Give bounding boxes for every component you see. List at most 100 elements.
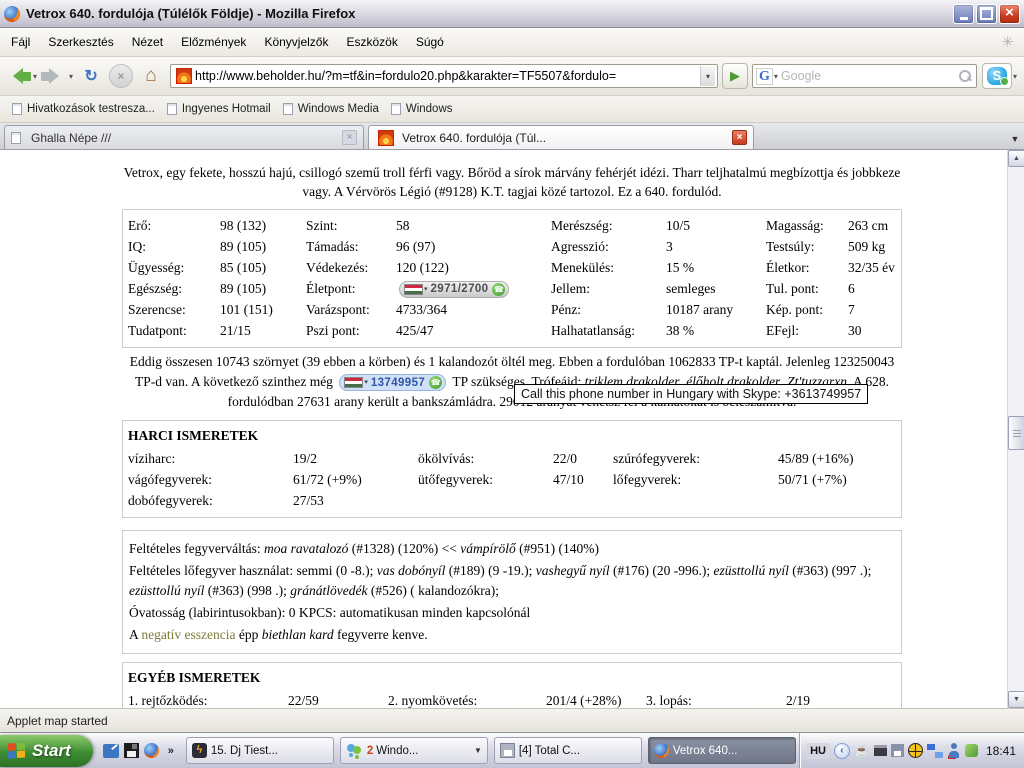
close-button[interactable] [999,4,1020,24]
stat-label: Támadás: [306,236,396,257]
google-logo-icon: G [756,68,773,85]
back-button[interactable] [5,68,31,84]
stop-icon[interactable]: × [109,64,133,88]
menu-item-nezet[interactable]: Nézet [123,31,172,53]
task-button-messenger-group[interactable]: 2 Windo... ▼ [340,737,488,764]
skype-toolbar-button[interactable]: S [982,63,1012,89]
bookmark-item[interactable]: Hivatkozások testresza... [6,100,161,118]
task-label: 15. Dj Tiest... [211,745,278,757]
language-indicator[interactable]: HU [806,743,830,759]
chevron-down-icon[interactable]: ▾ [424,279,428,300]
stat-value: 27/53 [293,490,418,511]
bookmark-label: Windows [406,103,453,115]
table-row: IQ:89 (105)Támadás:96 (97)Agresszió:3Tes… [128,236,901,257]
item-name: moa ravatalozó [264,541,348,556]
text-segment: (#176) (20 -996.); [610,563,714,578]
search-engine-dropdown-icon[interactable]: ▾ [774,72,778,81]
globe-icon[interactable] [908,743,923,758]
tab-close-icon[interactable]: × [342,130,357,145]
menu-item-eszkozok[interactable]: Eszközök [337,31,406,53]
scroll-thumb[interactable] [1008,416,1024,450]
start-button[interactable]: Start [0,735,93,767]
title-bar: Vetrox 640. fordulója (Túlélők Földje) -… [0,0,1024,28]
url-history-dropdown-icon[interactable]: ▾ [700,66,715,86]
restore-button[interactable] [976,4,997,24]
text-segment: Óvatosság (labirintusokban): 0 KPCS: aut… [129,605,530,620]
task-button-total-commander[interactable]: [4] Total C... [494,737,642,764]
vertical-scrollbar[interactable]: ▲ ▼ [1007,150,1024,708]
task-label: Vetrox 640... [673,745,738,757]
minimize-button[interactable] [953,4,974,24]
connection-icon[interactable] [965,744,978,757]
stat-label: ütőfegyverek: [418,469,553,490]
stat-label: Szint: [306,215,396,236]
stat-label: Menekülés: [551,257,666,278]
messenger-icon [346,743,362,758]
stat-label: Agresszió: [551,236,666,257]
scroll-up-icon[interactable]: ▲ [1008,150,1024,167]
skype-call-icon[interactable]: ☎ [492,283,505,296]
item-name: ezüsttollú nyíl [714,563,789,578]
table-row: 1. rejtőzködés:22/592. nyomkövetés:201/4… [128,690,901,708]
menu-item-fajl[interactable]: Fájl [2,31,39,53]
search-box[interactable]: G ▾ [752,64,977,88]
forward-button[interactable] [41,68,67,84]
search-icon[interactable] [959,70,971,82]
url-bar[interactable]: ▾ [170,64,718,88]
network-icon[interactable] [927,744,943,758]
skype-number-widget[interactable]: ▾13749957☎ [339,374,446,391]
tab-close-icon[interactable]: × [732,130,747,145]
menu-item-konyvjelzok[interactable]: Könyvjelzők [255,31,337,53]
overflow-chevron-icon[interactable]: » [168,745,174,757]
stat-label: Ügyesség: [128,257,220,278]
chevron-down-icon[interactable]: ▾ [364,373,368,393]
search-input[interactable] [781,69,959,83]
stat-label: Életkor: [766,257,848,278]
messenger-status-icon[interactable] [947,743,961,758]
stat-label: Jellem: [551,278,666,299]
java-icon[interactable]: ☕ [854,743,870,759]
firefox-launcher-icon[interactable] [144,743,159,758]
firefox-logo-icon [4,6,20,22]
go-button[interactable]: ▶ [722,63,748,89]
site-favicon-icon [176,68,192,84]
stat-value: 58 [396,215,551,236]
tab-label: Ghalla Népe /// [31,131,337,145]
scroll-down-icon[interactable]: ▼ [1008,691,1024,708]
tab-ghalla-nepe[interactable]: Ghalla Népe /// × [4,125,364,149]
text-segment: (#363) (998 .); [204,583,290,598]
stat-value: 509 kg [848,236,901,257]
hide-tray-icons-icon[interactable]: ‹ [834,743,850,759]
bookmark-item[interactable]: Windows Media [277,100,385,118]
task-button-winamp[interactable]: ϟ 15. Dj Tiest... [186,737,334,764]
reload-icon[interactable]: ↻ [79,64,103,88]
skype-number-widget[interactable]: ▾2971/2700☎ [399,281,509,298]
forward-dropdown-icon[interactable]: ▾ [69,72,73,81]
item-name: biethlan kard [262,627,334,642]
show-desktop-icon[interactable] [103,744,119,758]
bookmark-item[interactable]: Ingyenes Hotmail [161,100,277,118]
stat-label: IQ: [128,236,220,257]
table-row: Tudatpont:21/15Pszi pont:425/47Halhatatl… [128,320,901,341]
skype-dropdown-icon[interactable]: ▾ [1013,72,1017,81]
back-dropdown-icon[interactable]: ▾ [33,72,37,81]
menu-item-elozmenyek[interactable]: Előzmények [172,31,255,53]
tab-list-dropdown-icon[interactable]: ▼ [1006,129,1024,149]
felt-line: A negatív esszencia épp biethlan kard fe… [129,625,895,645]
url-input[interactable] [195,69,700,83]
skype-call-icon[interactable]: ☎ [429,376,442,389]
floppy-launcher-icon[interactable] [124,743,139,758]
stat-label: víziharc: [128,448,293,469]
taskbar: Start » ϟ 15. Dj Tiest... 2 Windo... ▼ [… [0,732,1024,768]
intro-paragraph: Vetrox, egy fekete, hosszú hajú, csillog… [122,150,902,201]
floppy-tray-icon[interactable] [891,744,904,757]
bookmark-item[interactable]: Windows [385,100,459,118]
table-row: dobófegyverek:27/53 [128,490,901,511]
group-dropdown-icon[interactable]: ▼ [474,746,482,755]
home-icon[interactable]: ⌂ [139,64,163,88]
tab-vetrox[interactable]: Vetrox 640. fordulója (Túl... × [368,125,754,149]
menu-item-szerkesztes[interactable]: Szerkesztés [39,31,122,53]
app-window-tray-icon[interactable] [874,745,887,756]
menu-item-sugo[interactable]: Súgó [407,31,453,53]
task-button-firefox[interactable]: Vetrox 640... [648,737,796,764]
